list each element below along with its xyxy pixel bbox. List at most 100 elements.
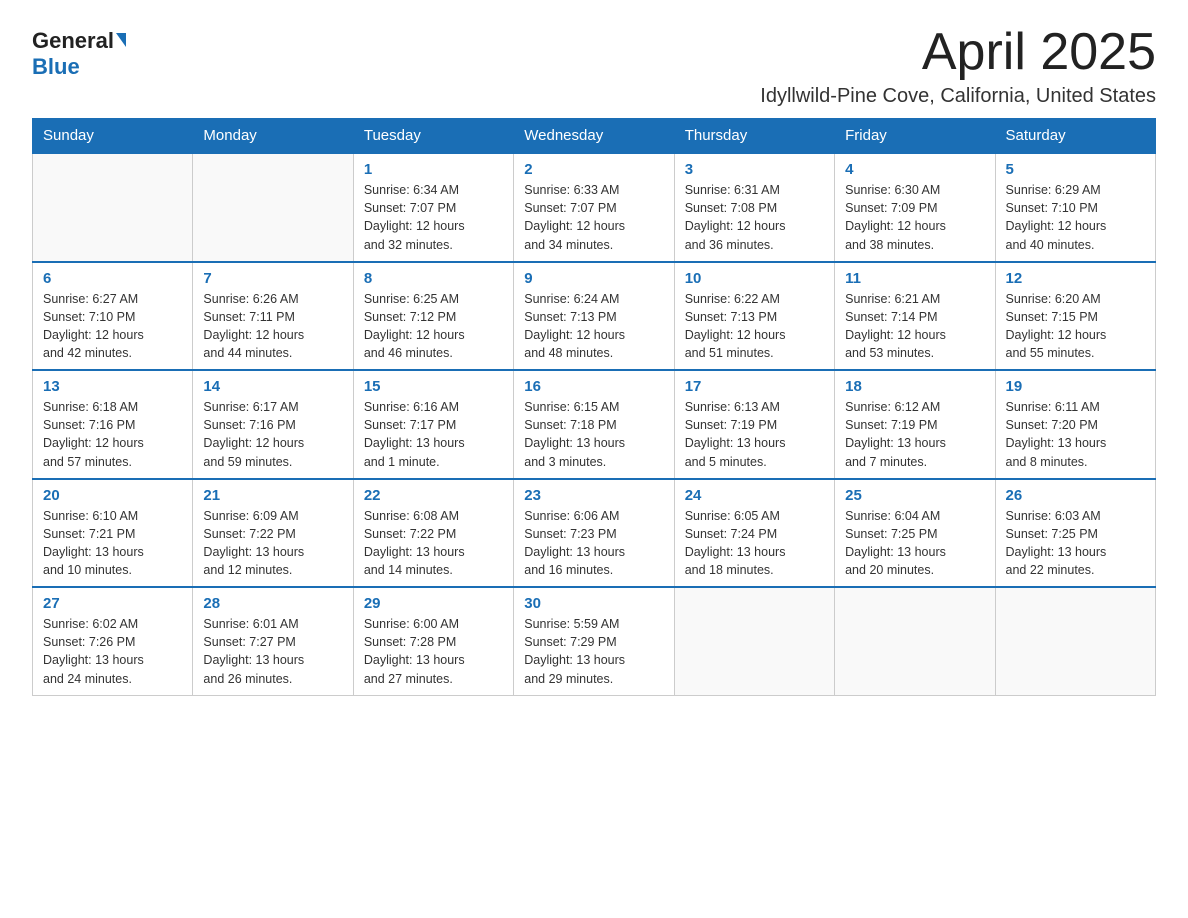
day-info: Sunrise: 6:11 AMSunset: 7:20 PMDaylight:… — [1006, 398, 1145, 471]
calendar-cell: 18 Sunrise: 6:12 AMSunset: 7:19 PMDayligh… — [835, 370, 995, 479]
weekday-header-friday: Friday — [835, 119, 995, 154]
day-info: Sunrise: 6:15 AMSunset: 7:18 PMDaylight:… — [524, 398, 663, 471]
calendar-cell: 22 Sunrise: 6:08 AMSunset: 7:22 PMDayligh… — [353, 479, 513, 588]
weekday-header-saturday: Saturday — [995, 119, 1155, 154]
day-info: Sunrise: 6:31 AMSunset: 7:08 PMDaylight:… — [685, 181, 824, 254]
day-number: 1 — [364, 161, 503, 178]
day-number: 19 — [1006, 378, 1145, 395]
calendar-cell — [995, 587, 1155, 695]
calendar-cell: 3Sunrise: 6:31 AMSunset: 7:08 PMDaylight… — [674, 153, 834, 262]
calendar-cell: 2 Sunrise: 6:33 AMSunset: 7:07 PMDaylight… — [514, 153, 674, 262]
day-number: 10 — [685, 270, 824, 287]
day-number: 9 — [524, 270, 663, 287]
calendar-cell: 27 Sunrise: 6:02 AMSunset: 7:26 PMDayligh… — [33, 587, 193, 695]
day-number: 18 — [845, 378, 984, 395]
day-number: 27 — [43, 595, 182, 612]
calendar-cell: 30 Sunrise: 5:59 AMSunset: 7:29 PMDayligh… — [514, 587, 674, 695]
day-number: 15 — [364, 378, 503, 395]
day-number: 12 — [1006, 270, 1145, 287]
calendar-cell: 16 Sunrise: 6:15 AMSunset: 7:18 PMDayligh… — [514, 370, 674, 479]
logo: General Blue — [32, 28, 126, 80]
day-number: 14 — [203, 378, 342, 395]
title-block: April 2025 Idyllwild-Pine Cove, Californ… — [760, 24, 1156, 108]
day-number: 2 — [524, 161, 663, 178]
calendar-cell: 7 Sunrise: 6:26 AMSunset: 7:11 PMDaylight… — [193, 262, 353, 371]
calendar-cell: 24 Sunrise: 6:05 AMSunset: 7:24 PMDayligh… — [674, 479, 834, 588]
day-number: 22 — [364, 487, 503, 504]
day-number: 17 — [685, 378, 824, 395]
logo-triangle-icon — [116, 33, 126, 47]
weekday-header-wednesday: Wednesday — [514, 119, 674, 154]
day-number: 7 — [203, 270, 342, 287]
calendar-cell: 20 Sunrise: 6:10 AMSunset: 7:21 PMDayligh… — [33, 479, 193, 588]
day-number: 16 — [524, 378, 663, 395]
day-info: Sunrise: 5:59 AMSunset: 7:29 PMDaylight:… — [524, 615, 663, 688]
day-info: Sunrise: 6:06 AMSunset: 7:23 PMDaylight:… — [524, 507, 663, 580]
day-number: 29 — [364, 595, 503, 612]
calendar-cell — [193, 153, 353, 262]
day-number: 28 — [203, 595, 342, 612]
day-number: 11 — [845, 270, 984, 287]
calendar-header-row: SundayMondayTuesdayWednesdayThursdayFrid… — [33, 119, 1156, 154]
calendar-cell: 8 Sunrise: 6:25 AMSunset: 7:12 PMDaylight… — [353, 262, 513, 371]
day-info: Sunrise: 6:09 AMSunset: 7:22 PMDaylight:… — [203, 507, 342, 580]
day-number: 23 — [524, 487, 663, 504]
weekday-header-tuesday: Tuesday — [353, 119, 513, 154]
day-number: 20 — [43, 487, 182, 504]
calendar-cell: 9 Sunrise: 6:24 AMSunset: 7:13 PMDaylight… — [514, 262, 674, 371]
day-number: 25 — [845, 487, 984, 504]
calendar-cell: 14 Sunrise: 6:17 AMSunset: 7:16 PMDayligh… — [193, 370, 353, 479]
calendar-cell: 26Sunrise: 6:03 AMSunset: 7:25 PMDayligh… — [995, 479, 1155, 588]
calendar-cell: 25 Sunrise: 6:04 AMSunset: 7:25 PMDayligh… — [835, 479, 995, 588]
day-info: Sunrise: 6:25 AMSunset: 7:12 PMDaylight:… — [364, 290, 503, 363]
day-number: 8 — [364, 270, 503, 287]
day-number: 30 — [524, 595, 663, 612]
day-info: Sunrise: 6:17 AMSunset: 7:16 PMDaylight:… — [203, 398, 342, 471]
day-info: Sunrise: 6:29 AMSunset: 7:10 PMDaylight:… — [1006, 181, 1145, 254]
calendar-cell: 13Sunrise: 6:18 AMSunset: 7:16 PMDayligh… — [33, 370, 193, 479]
location-title: Idyllwild-Pine Cove, California, United … — [760, 85, 1156, 108]
day-info: Sunrise: 6:04 AMSunset: 7:25 PMDaylight:… — [845, 507, 984, 580]
weekday-header-sunday: Sunday — [33, 119, 193, 154]
day-info: Sunrise: 6:20 AMSunset: 7:15 PMDaylight:… — [1006, 290, 1145, 363]
day-info: Sunrise: 6:21 AMSunset: 7:14 PMDaylight:… — [845, 290, 984, 363]
calendar-cell: 23 Sunrise: 6:06 AMSunset: 7:23 PMDayligh… — [514, 479, 674, 588]
calendar-cell: 12 Sunrise: 6:20 AMSunset: 7:15 PMDayligh… — [995, 262, 1155, 371]
day-number: 24 — [685, 487, 824, 504]
calendar-cell: 10 Sunrise: 6:22 AMSunset: 7:13 PMDayligh… — [674, 262, 834, 371]
weekday-header-thursday: Thursday — [674, 119, 834, 154]
calendar-cell — [674, 587, 834, 695]
day-number: 5 — [1006, 161, 1145, 178]
calendar-cell — [33, 153, 193, 262]
day-info: Sunrise: 6:24 AMSunset: 7:13 PMDaylight:… — [524, 290, 663, 363]
day-info: Sunrise: 6:05 AMSunset: 7:24 PMDaylight:… — [685, 507, 824, 580]
calendar-week-row: 20 Sunrise: 6:10 AMSunset: 7:21 PMDayligh… — [33, 479, 1156, 588]
day-info: Sunrise: 6:22 AMSunset: 7:13 PMDaylight:… — [685, 290, 824, 363]
day-info: Sunrise: 6:27 AMSunset: 7:10 PMDaylight:… — [43, 290, 182, 363]
day-number: 26 — [1006, 487, 1145, 504]
day-info: Sunrise: 6:33 AMSunset: 7:07 PMDaylight:… — [524, 181, 663, 254]
calendar-cell: 4Sunrise: 6:30 AMSunset: 7:09 PMDaylight… — [835, 153, 995, 262]
day-info: Sunrise: 6:13 AMSunset: 7:19 PMDaylight:… — [685, 398, 824, 471]
calendar-cell: 5 Sunrise: 6:29 AMSunset: 7:10 PMDaylight… — [995, 153, 1155, 262]
calendar-week-row: 27 Sunrise: 6:02 AMSunset: 7:26 PMDayligh… — [33, 587, 1156, 695]
day-number: 21 — [203, 487, 342, 504]
calendar-cell: 15 Sunrise: 6:16 AMSunset: 7:17 PMDayligh… — [353, 370, 513, 479]
day-info: Sunrise: 6:34 AMSunset: 7:07 PMDaylight:… — [364, 181, 503, 254]
calendar-week-row: 13Sunrise: 6:18 AMSunset: 7:16 PMDayligh… — [33, 370, 1156, 479]
calendar-cell: 6Sunrise: 6:27 AMSunset: 7:10 PMDaylight… — [33, 262, 193, 371]
page-header: General Blue April 2025 Idyllwild-Pine C… — [32, 24, 1156, 108]
day-info: Sunrise: 6:08 AMSunset: 7:22 PMDaylight:… — [364, 507, 503, 580]
month-title: April 2025 — [760, 24, 1156, 81]
day-info: Sunrise: 6:10 AMSunset: 7:21 PMDaylight:… — [43, 507, 182, 580]
day-info: Sunrise: 6:12 AMSunset: 7:19 PMDaylight:… — [845, 398, 984, 471]
day-info: Sunrise: 6:00 AMSunset: 7:28 PMDaylight:… — [364, 615, 503, 688]
day-info: Sunrise: 6:02 AMSunset: 7:26 PMDaylight:… — [43, 615, 182, 688]
calendar-cell: 28Sunrise: 6:01 AMSunset: 7:27 PMDayligh… — [193, 587, 353, 695]
day-info: Sunrise: 6:18 AMSunset: 7:16 PMDaylight:… — [43, 398, 182, 471]
day-number: 4 — [845, 161, 984, 178]
day-info: Sunrise: 6:26 AMSunset: 7:11 PMDaylight:… — [203, 290, 342, 363]
calendar-week-row: 6Sunrise: 6:27 AMSunset: 7:10 PMDaylight… — [33, 262, 1156, 371]
day-info: Sunrise: 6:16 AMSunset: 7:17 PMDaylight:… — [364, 398, 503, 471]
calendar-cell: 11 Sunrise: 6:21 AMSunset: 7:14 PMDayligh… — [835, 262, 995, 371]
